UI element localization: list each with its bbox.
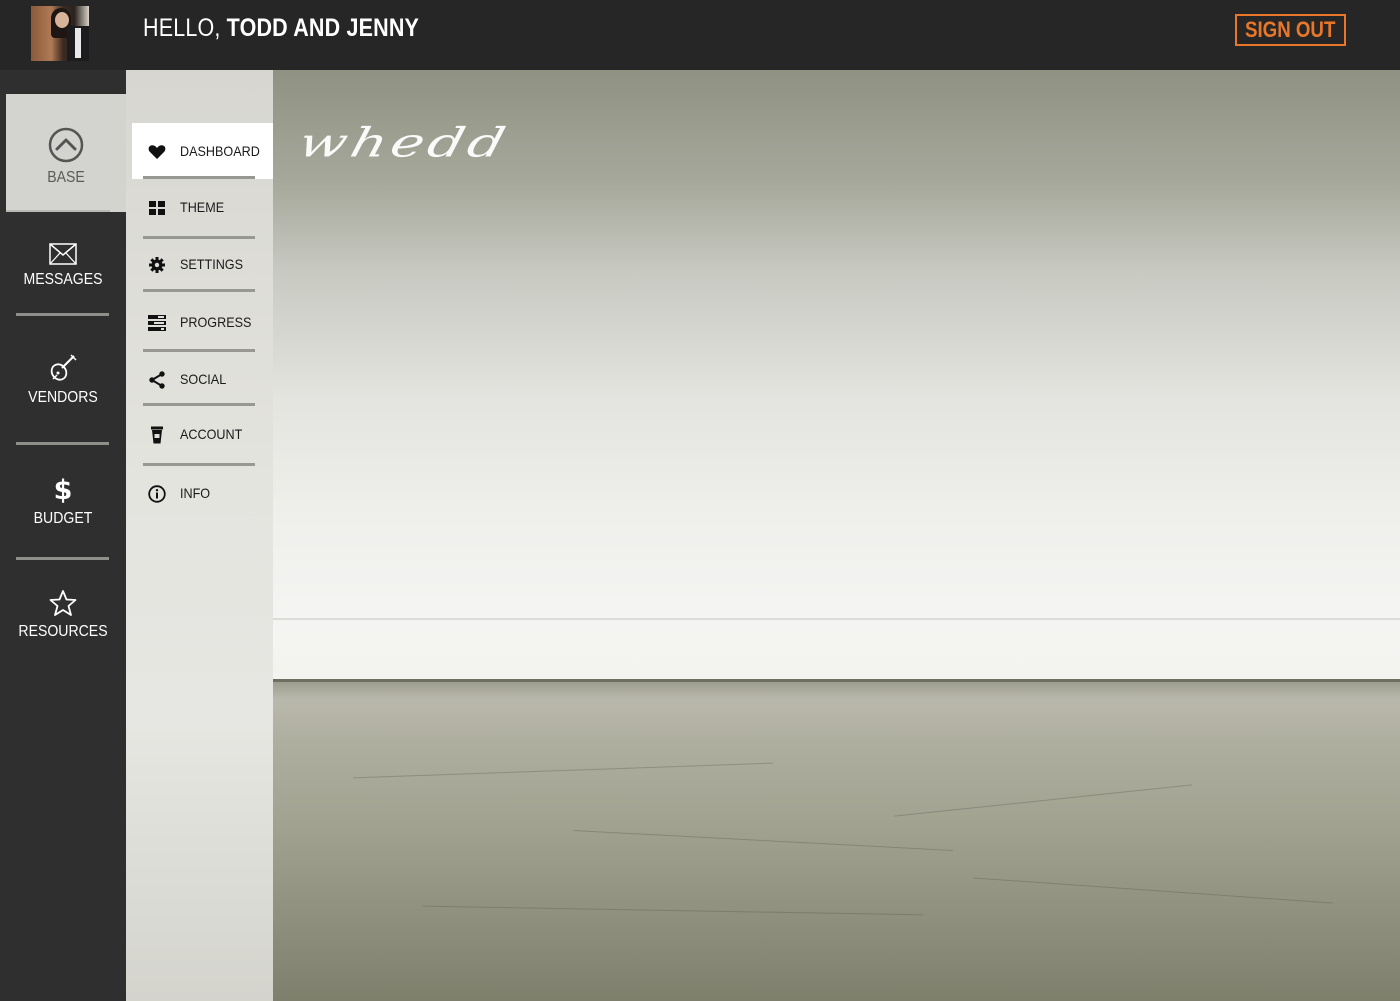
sidebar-item-label: RESOURCES <box>18 623 108 640</box>
submenu-item-dashboard[interactable]: DASHBOARD <box>132 123 287 179</box>
sidebar-item-messages[interactable]: MESSAGES <box>0 243 126 289</box>
submenu-item-info[interactable]: INFO <box>132 465 282 521</box>
submenu-item-label: SETTINGS <box>180 256 244 272</box>
submenu-item-label: DASHBOARD <box>180 143 260 159</box>
sign-out-label: SIGN OUT <box>1245 17 1336 42</box>
envelope-icon <box>0 243 126 265</box>
sidebar-item-label: BASE <box>47 169 85 186</box>
dollar-icon: $ <box>0 474 126 504</box>
sidebar-item-resources[interactable]: RESOURCES <box>0 589 126 641</box>
submenu-item-label: PROGRESS <box>180 314 252 330</box>
divider <box>16 557 109 560</box>
top-bar: HELLO, TODD AND JENNY SIGN OUT <box>0 0 1400 70</box>
submenu-item-label: THEME <box>180 199 225 215</box>
divider <box>16 442 109 445</box>
sidebar-item-label: VENDORS <box>28 389 98 406</box>
submenu: DASHBOARD THEME SETTINGS PROGRESS SOCIAL… <box>126 70 287 1001</box>
submenu-item-label: ACCOUNT <box>180 426 243 442</box>
main-sidebar: BASE MESSAGES VENDORS $ BUDGET RESOURCES <box>0 70 126 1001</box>
violin-icon <box>0 353 126 383</box>
submenu-item-progress[interactable]: PROGRESS <box>132 294 282 350</box>
gear-icon <box>148 256 166 274</box>
submenu-item-theme[interactable]: THEME <box>132 179 282 235</box>
grid-icon <box>148 199 166 217</box>
sidebar-item-label: MESSAGES <box>23 271 103 288</box>
chevron-up-circle-icon <box>6 127 126 163</box>
sidebar-item-budget[interactable]: $ BUDGET <box>0 474 126 528</box>
greeting-prefix: HELLO, <box>143 14 221 42</box>
main-content: whedd <box>273 70 1400 1001</box>
heart-icon <box>148 143 166 161</box>
greeting-names: TODD AND JENNY <box>226 14 420 42</box>
sidebar-item-label: BUDGET <box>33 510 93 527</box>
star-icon <box>0 589 126 617</box>
bars-icon <box>148 314 166 332</box>
avatar[interactable] <box>31 6 89 61</box>
background-photo <box>273 618 1400 620</box>
greeting: HELLO, TODD AND JENNY <box>143 14 419 43</box>
submenu-item-label: SOCIAL <box>180 371 227 387</box>
divider <box>6 210 110 212</box>
submenu-item-social[interactable]: SOCIAL <box>132 351 282 407</box>
divider <box>16 313 109 316</box>
sign-out-button[interactable]: SIGN OUT <box>1235 14 1346 46</box>
share-icon <box>148 371 166 389</box>
divider <box>273 679 1400 682</box>
floor <box>273 680 1400 1001</box>
submenu-item-settings[interactable]: SETTINGS <box>132 236 282 292</box>
submenu-item-label: INFO <box>180 485 211 501</box>
sidebar-item-vendors[interactable]: VENDORS <box>0 353 126 407</box>
cup-icon <box>148 426 166 444</box>
submenu-item-account[interactable]: ACCOUNT <box>132 406 282 462</box>
divider <box>143 289 255 292</box>
svg-text:$: $ <box>54 475 73 504</box>
sidebar-item-base[interactable]: BASE <box>6 94 126 212</box>
logo: whedd <box>293 120 514 167</box>
info-icon <box>148 485 166 503</box>
